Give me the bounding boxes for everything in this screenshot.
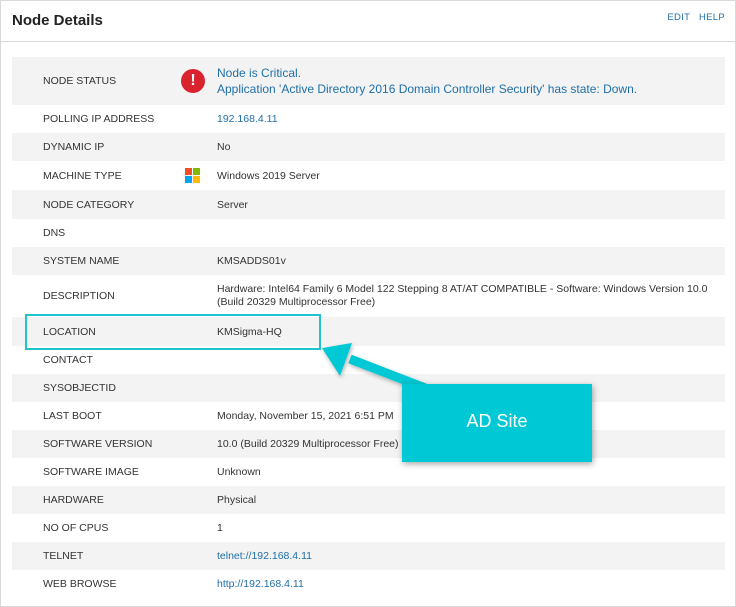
callout-arrow: [322, 343, 427, 393]
callout-text: AD Site: [466, 411, 528, 431]
ad-site-callout: AD Site: [402, 384, 592, 462]
